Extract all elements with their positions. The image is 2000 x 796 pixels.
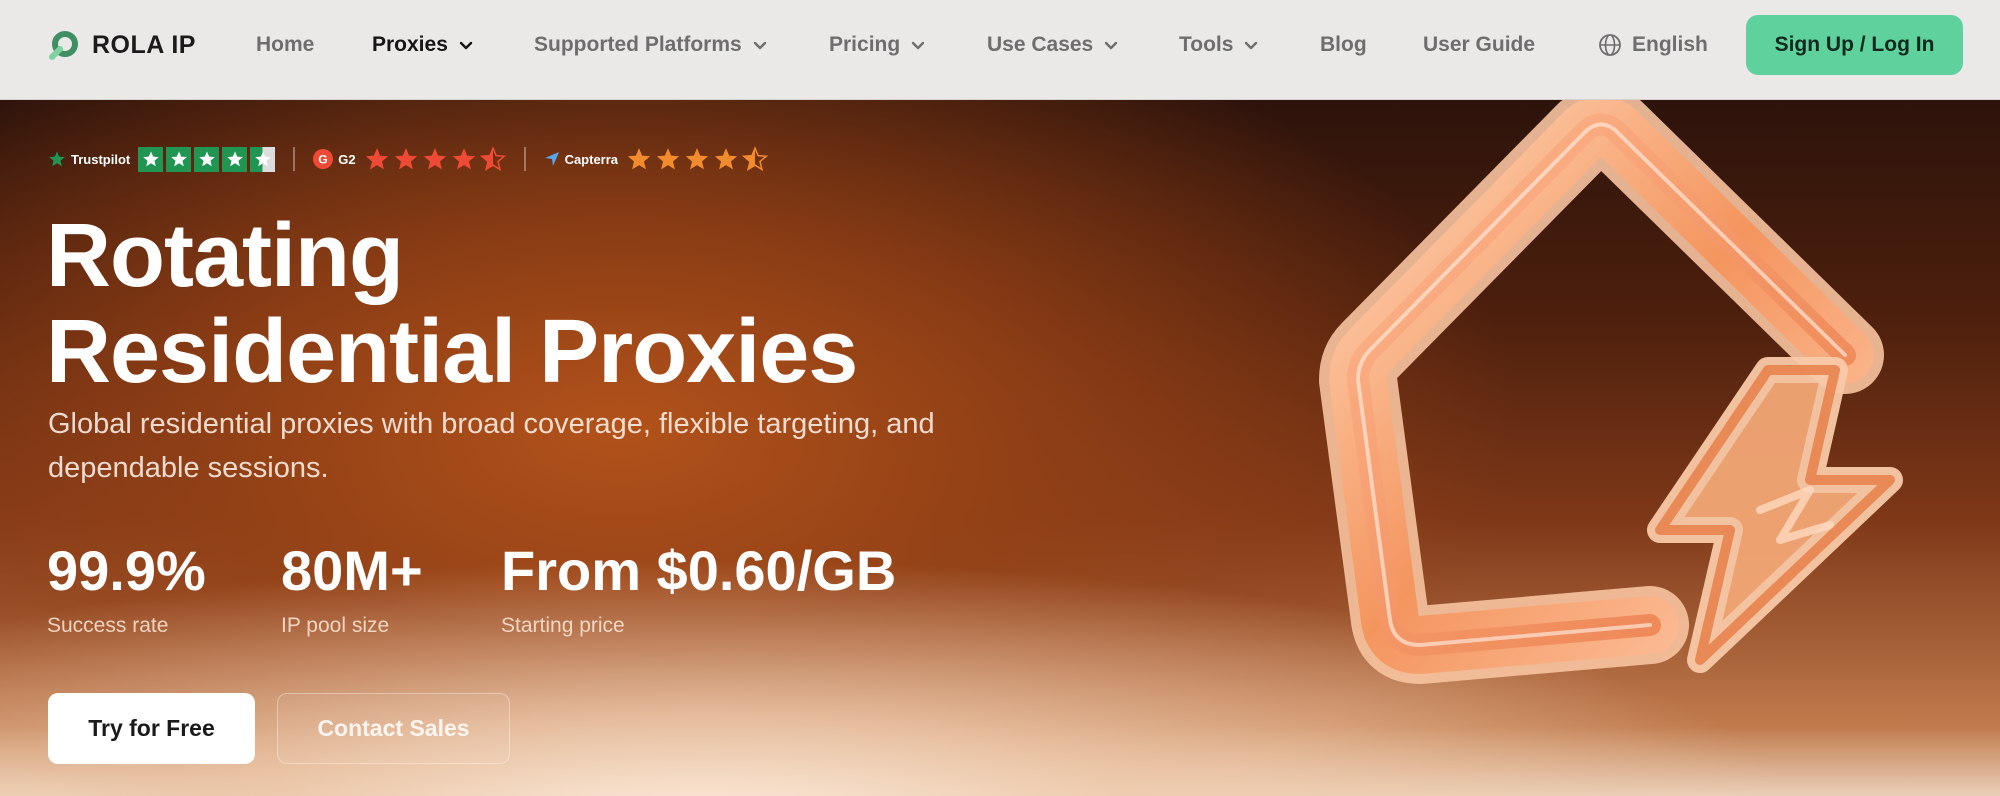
nav-pricing[interactable]: Pricing [829, 30, 926, 60]
top-navigation: ROLA IP Home Proxies Supported Platforms… [0, 0, 2000, 100]
chevron-down-icon [911, 41, 925, 50]
brand-name: ROLA IP [92, 30, 196, 59]
capterra-icon [544, 152, 559, 166]
half-star-icon [479, 146, 506, 172]
nav-home[interactable]: Home [256, 30, 314, 60]
star-icon [394, 148, 417, 170]
star-icon [685, 148, 709, 170]
stat-label: Success rate [47, 614, 169, 637]
half-star-icon [742, 146, 769, 172]
trustpilot-logo: Trustpilot [48, 150, 130, 168]
capterra-rating: Capterra [544, 146, 769, 172]
stat-value: 80M+ [281, 539, 423, 602]
divider [523, 147, 526, 171]
ratings-bar: Trustpilot G G2 Capterra [48, 144, 769, 174]
logo[interactable]: ROLA IP [48, 28, 196, 62]
nav-home-label: Home [256, 33, 315, 56]
logo-icon [49, 31, 78, 60]
stat-value: From $0.60/GB [501, 539, 897, 602]
contact-sales-button[interactable]: Contact Sales [277, 693, 510, 764]
trustpilot-label: Trustpilot [71, 151, 131, 167]
trustpilot-rating: Trustpilot [48, 146, 276, 172]
capterra-logo: Capterra [544, 151, 618, 167]
star-icon [166, 146, 192, 172]
hero-title-line-1: Rotating [46, 206, 404, 306]
nav-supported-platforms-label: Supported Platforms [534, 33, 742, 56]
chevron-down-icon [1105, 41, 1118, 50]
nav-use-cases[interactable]: Use Cases [987, 30, 1119, 60]
hero-section: Trustpilot G G2 Capterra Rotating Reside… [0, 100, 2000, 796]
nav-pricing-label: Pricing [829, 33, 901, 56]
chevron-down-icon [753, 41, 766, 50]
nav-use-cases-label: Use Cases [987, 33, 1094, 56]
hero-title: Rotating Residential Proxies [46, 206, 858, 402]
star-icon [138, 146, 164, 172]
nav-supported-platforms[interactable]: Supported Platforms [534, 30, 768, 60]
nav-user-guide[interactable]: User Guide [1423, 30, 1535, 60]
sign-up-login-button[interactable]: Sign Up / Log In [1746, 15, 1963, 75]
nav-user-guide-label: User Guide [1423, 33, 1536, 56]
g2-icon: G [313, 149, 334, 169]
star-icon [365, 148, 388, 170]
nav-proxies[interactable]: Proxies [372, 30, 474, 60]
capterra-stars [626, 146, 769, 172]
divider [293, 147, 296, 171]
globe-icon [1599, 34, 1621, 56]
stat-label: Starting price [501, 614, 625, 637]
stat-starting-price: From $0.60/GB Starting price [501, 540, 896, 638]
g2-logo: G G2 [313, 149, 356, 169]
star-icon [423, 148, 446, 170]
star-icon [714, 148, 738, 170]
svg-text:G: G [319, 153, 328, 167]
language-label: English [1632, 33, 1708, 56]
try-for-free-button[interactable]: Try for Free [48, 693, 255, 764]
stat-success-rate: 99.9% Success rate [47, 540, 206, 638]
stat-ip-pool: 80M+ IP pool size [281, 540, 423, 638]
nav-tools[interactable]: Tools [1179, 30, 1259, 60]
g2-stars [364, 146, 506, 172]
half-star-icon [250, 146, 276, 172]
g2-label: G2 [338, 151, 356, 167]
nav-proxies-label: Proxies [372, 33, 448, 56]
star-icon [656, 148, 680, 170]
g2-rating: G G2 [313, 146, 506, 172]
hero-subtitle: Global residential proxies with broad co… [48, 408, 935, 484]
hero-title-line-2: Residential Proxies [46, 302, 858, 402]
nav-blog[interactable]: Blog [1320, 30, 1367, 60]
star-icon [49, 151, 65, 167]
stat-value: 99.9% [47, 539, 206, 602]
house-bolt-illustration [1319, 100, 1903, 684]
language-selector[interactable]: English [1598, 30, 1708, 60]
stat-label: IP pool size [281, 614, 390, 637]
star-icon [452, 148, 475, 170]
star-icon [627, 148, 651, 170]
capterra-label: Capterra [564, 151, 619, 167]
chevron-down-icon [1245, 41, 1258, 50]
star-icon [222, 146, 248, 172]
star-icon [194, 146, 220, 172]
chevron-down-icon [459, 41, 473, 50]
nav-tools-label: Tools [1179, 33, 1234, 56]
trustpilot-stars [138, 146, 276, 172]
nav-blog-label: Blog [1320, 33, 1367, 56]
